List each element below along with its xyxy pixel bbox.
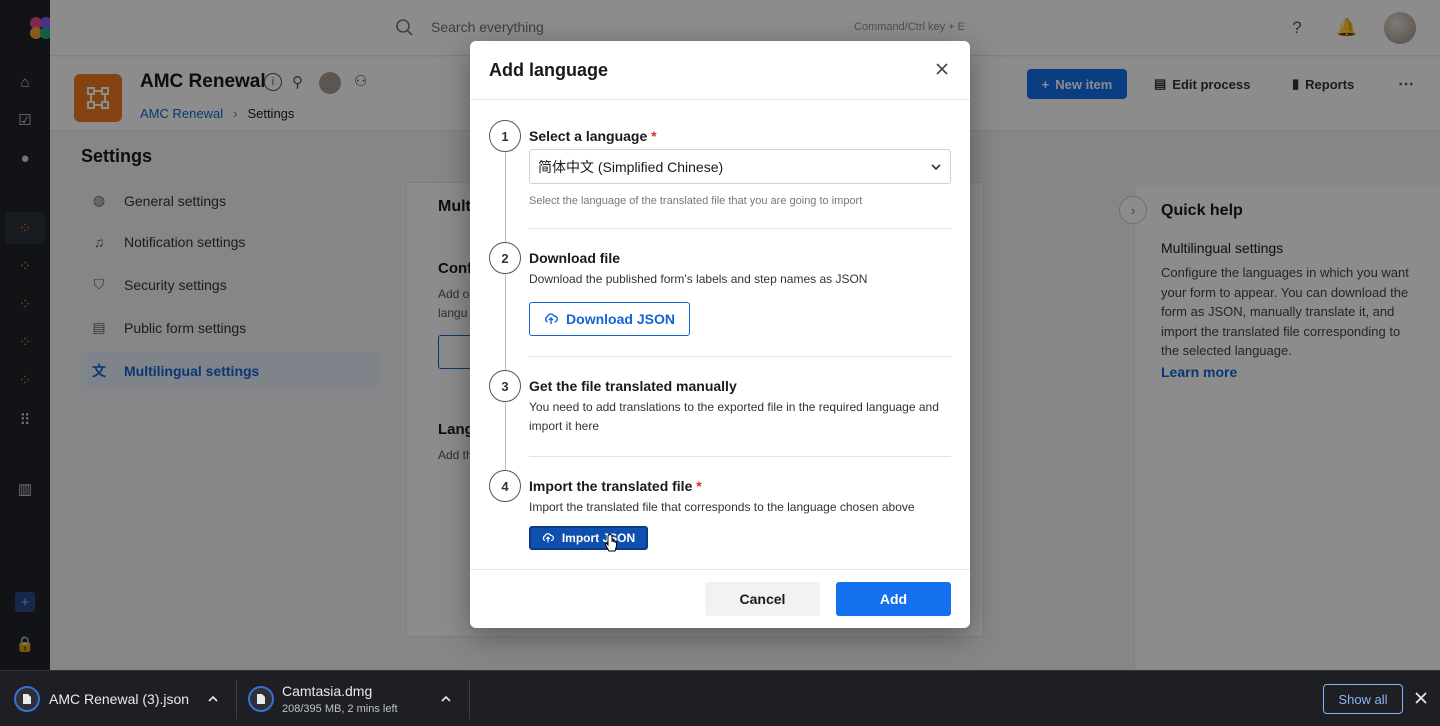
step-3-title: Get the file translated manually (529, 378, 737, 394)
step-4-title: Import the translated file * (529, 478, 702, 494)
download-progress-text: 208/395 MB, 2 mins left (282, 703, 398, 715)
import-json-button[interactable]: Import JSON (529, 526, 648, 550)
chevron-up-icon[interactable] (440, 693, 452, 705)
add-button[interactable]: Add (836, 582, 951, 616)
step-number-1: 1 (489, 120, 521, 152)
file-icon (248, 686, 274, 712)
step-1-title-text: Select a language (529, 128, 648, 144)
step-number-2: 2 (489, 242, 521, 274)
file-icon (14, 686, 40, 712)
modal-footer: Cancel Add (470, 569, 970, 628)
language-select-hint: Select the language of the translated fi… (529, 195, 863, 207)
chevron-down-icon (931, 164, 941, 171)
download-json-button[interactable]: Download JSON (529, 302, 690, 336)
cloud-upload-icon (542, 533, 554, 543)
step-divider (529, 228, 951, 229)
step-2-desc: Download the published form's labels and… (529, 272, 868, 286)
download-separator (469, 679, 470, 719)
download-json-label: Download JSON (566, 311, 675, 327)
hand-cursor-icon (604, 534, 617, 552)
download-info: Camtasia.dmg 208/395 MB, 2 mins left (282, 683, 398, 715)
step-3-desc: You need to add translations to the expo… (529, 400, 939, 433)
step-1-title: Select a language * (529, 128, 657, 144)
step-4-desc: Import the translated file that correspo… (529, 500, 915, 514)
required-marker: * (696, 478, 702, 494)
download-item[interactable]: Camtasia.dmg 208/395 MB, 2 mins left (248, 671, 398, 726)
chevron-up-icon[interactable] (207, 693, 219, 705)
language-select[interactable]: 简体中文 (Simplified Chinese) (529, 149, 951, 184)
close-icon[interactable] (934, 61, 950, 77)
step-connector (505, 152, 506, 256)
show-all-button[interactable]: Show all (1323, 684, 1403, 714)
download-bar: AMC Renewal (3).json Camtasia.dmg 208/39… (0, 670, 1440, 726)
download-item[interactable]: AMC Renewal (3).json (14, 671, 189, 726)
download-separator (236, 679, 237, 719)
cloud-download-icon (545, 313, 558, 324)
step-number-3: 3 (489, 370, 521, 402)
language-select-value: 简体中文 (Simplified Chinese) (538, 158, 724, 175)
step-divider (529, 456, 951, 457)
step-connector (505, 274, 506, 384)
cancel-button[interactable]: Cancel (705, 582, 820, 616)
step-connector (505, 402, 506, 470)
import-json-label: Import JSON (561, 531, 636, 545)
modal-title: Add language (489, 60, 609, 80)
add-language-modal: Add language 1 Select a language * 简体中文 … (470, 41, 970, 628)
step-4-title-text: Import the translated file (529, 478, 693, 494)
download-filename: AMC Renewal (3).json (49, 691, 190, 707)
step-divider (529, 356, 951, 357)
step-number-4: 4 (489, 470, 521, 502)
step-2-title: Download file (529, 250, 620, 266)
download-filename: Camtasia.dmg (282, 683, 373, 699)
close-icon[interactable] (1414, 691, 1428, 705)
modal-header: Add language (470, 41, 970, 100)
required-marker: * (651, 128, 657, 144)
